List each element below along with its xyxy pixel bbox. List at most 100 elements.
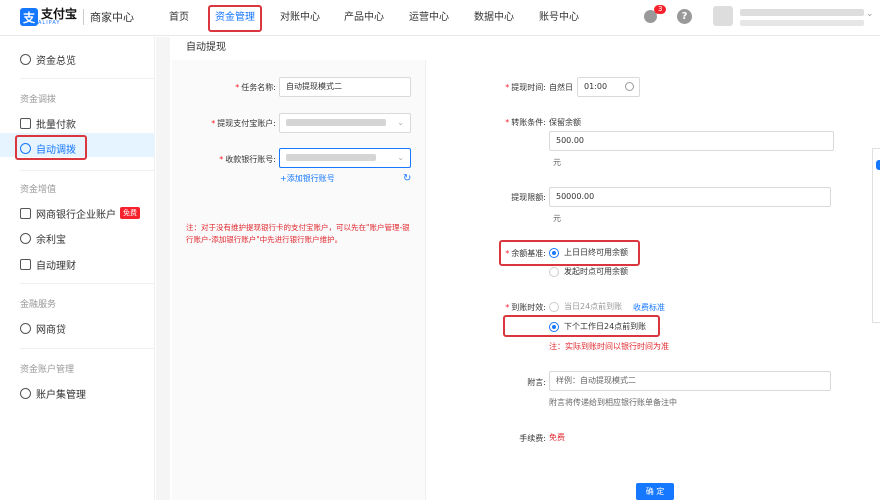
sidebar-highlight-box [15,135,87,160]
sidebar-item-mybank-account[interactable]: 网商银行企业账户 免费 [20,205,140,221]
sidebar-item-label: 余利宝 [36,234,66,246]
arrival-note: 注：实际到账时间以银行时间为准 [549,342,669,351]
nav-account[interactable]: 账号中心 [539,0,579,36]
withdraw-time-value: 01:00 [584,82,608,91]
sidebar-divider [20,348,154,349]
sidebar-item-label: 资金总览 [36,55,76,67]
content-gutter [156,37,170,500]
sidebar-item-fund-overview[interactable]: 资金总览 [20,51,76,67]
line-chart-icon [20,258,31,270]
sidebar-item-label: 网商银行企业账户 [36,209,116,221]
fee-value: 免费 [549,433,565,442]
fee-label: 手续费: [519,434,546,443]
sidebar-group-finance: 金融服务 [20,300,57,310]
bank-account-label: * 收款银行账号: [219,155,276,164]
fee-standard-link[interactable]: 收费标准 [633,302,665,313]
sidebar-group-value-added: 资金增值 [20,185,57,195]
logo-divider [83,9,85,25]
alipay-account-select[interactable]: ⌄ [279,113,411,133]
bank-account-note: 注：对于没有维护提现银行卡的支付宝账户，可以先在"账户管理-银行账户-添加银行账… [186,223,410,244]
sidebar-divider [20,170,154,171]
clock-icon [625,82,634,91]
arrival-option-same-day[interactable]: 当日24点前到账 [549,301,622,312]
transfer-condition-label: * 转账条件: [505,118,546,127]
sidebar-item-batch-pay[interactable]: 批量付款 [20,115,76,131]
bank-account-select[interactable]: ⌄ [279,148,411,168]
bank-icon [20,207,31,219]
nav-home[interactable]: 首页 [166,0,192,36]
refresh-icon[interactable]: ↻ [403,173,411,184]
page-title: 自动提现 [186,42,226,53]
balance-option-prev-day[interactable]: 上日日终可用余额 [549,247,628,258]
sidebar-divider [20,283,154,284]
logo-text: 支付宝 [41,7,78,21]
blurred-bank-account [286,154,376,161]
nav-products[interactable]: 产品中心 [344,0,384,36]
account-id-blurred [740,20,864,26]
radio-label: 下个工作日24点前到账 [564,322,647,331]
withdraw-time-unit: 自然日 [549,83,573,92]
radio-checked-icon [549,321,559,332]
sidebar-item-account-set[interactable]: 账户集管理 [20,385,86,401]
document-icon [20,117,31,129]
balance-base-label: * 余额基准: [505,249,546,258]
notification-badge: 3 [654,5,667,14]
task-name-label: * 任务名称: [235,83,276,92]
top-bar: 支 支付宝 ALIPAY 商家中心 首页 资金管理 对账中心 产品中心 运营中心… [0,0,880,36]
balance-option-realtime[interactable]: 发起时点可用余额 [549,266,628,277]
merchant-center-title: 商家中心 [90,11,135,24]
floating-panel-icon[interactable] [876,160,880,170]
avatar[interactable] [713,6,733,26]
sidebar-group-account-mgmt: 资金账户管理 [20,365,75,375]
sidebar-group-transfer: 资金调拨 [20,95,57,105]
cloud-icon [20,322,31,334]
radio-unchecked-icon [549,301,559,312]
radio-label: 当日24点前到账 [564,302,623,311]
pie-chart-icon [20,53,31,65]
withdraw-time-input[interactable]: 01:00 [577,77,640,97]
memo-label: 附言: [527,378,546,387]
free-badge: 免费 [120,207,140,219]
sidebar-item-yuelibao[interactable]: 余利宝 [20,230,66,246]
chevron-down-icon[interactable]: ⌄ [866,9,874,19]
nav-highlight-box [208,5,262,32]
withdraw-limit-label: 提现限额: [511,193,546,202]
chevron-down-icon: ⌄ [397,118,404,127]
limit-unit: 元 [553,214,561,223]
arrival-option-next-workday[interactable]: 下个工作日24点前到账 [549,321,646,332]
account-name-blurred [740,9,864,16]
side-floating-panel [872,148,880,323]
withdraw-limit-input[interactable]: 50000.00 [549,187,831,207]
radio-label: 上日日终可用余额 [564,248,628,257]
alipay-logo[interactable]: 支 支付宝 ALIPAY 商家中心 [20,8,134,26]
nav-reconciliation[interactable]: 对账中心 [280,0,320,36]
user-icon [20,387,31,399]
sidebar-item-label: 账户集管理 [36,389,86,401]
withdraw-time-label: * 提现时间: [505,83,546,92]
sidebar-item-label: 批量付款 [36,119,76,131]
memo-hint: 附言将传递给到相应银行账单备注中 [549,398,677,407]
sidebar-item-label: 自动理财 [36,260,76,272]
add-bank-account-link[interactable]: +添加银行账号 [280,173,335,184]
alipay-logo-icon: 支 [20,8,38,26]
sidebar-item-mybank-loan[interactable]: 网商贷 [20,320,66,336]
sidebar-item-auto-finance[interactable]: 自动理财 [20,256,76,272]
coin-icon [20,232,31,244]
radio-unchecked-icon [549,266,559,277]
radio-checked-icon [549,247,559,258]
reserve-amount-input[interactable]: 500.00 [549,131,834,151]
task-name-input[interactable]: 自动提现模式二 [279,77,411,97]
sidebar-item-label: 网商贷 [36,324,66,336]
reserve-unit: 元 [553,158,561,167]
memo-input[interactable]: 样例：自动提现模式二 [549,371,831,391]
alipay-account-label: * 提现支付宝账户: [211,119,276,128]
radio-label: 发起时点可用余额 [564,267,628,276]
confirm-button[interactable]: 确 定 [636,483,674,500]
nav-data[interactable]: 数据中心 [474,0,514,36]
nav-operations[interactable]: 运营中心 [409,0,449,36]
chevron-down-icon: ⌄ [397,153,404,162]
arrival-time-label: * 到账时效: [505,303,546,312]
help-icon[interactable]: ? [677,9,692,24]
blurred-account [286,119,386,126]
transfer-condition-value: 保留余额 [549,118,581,127]
